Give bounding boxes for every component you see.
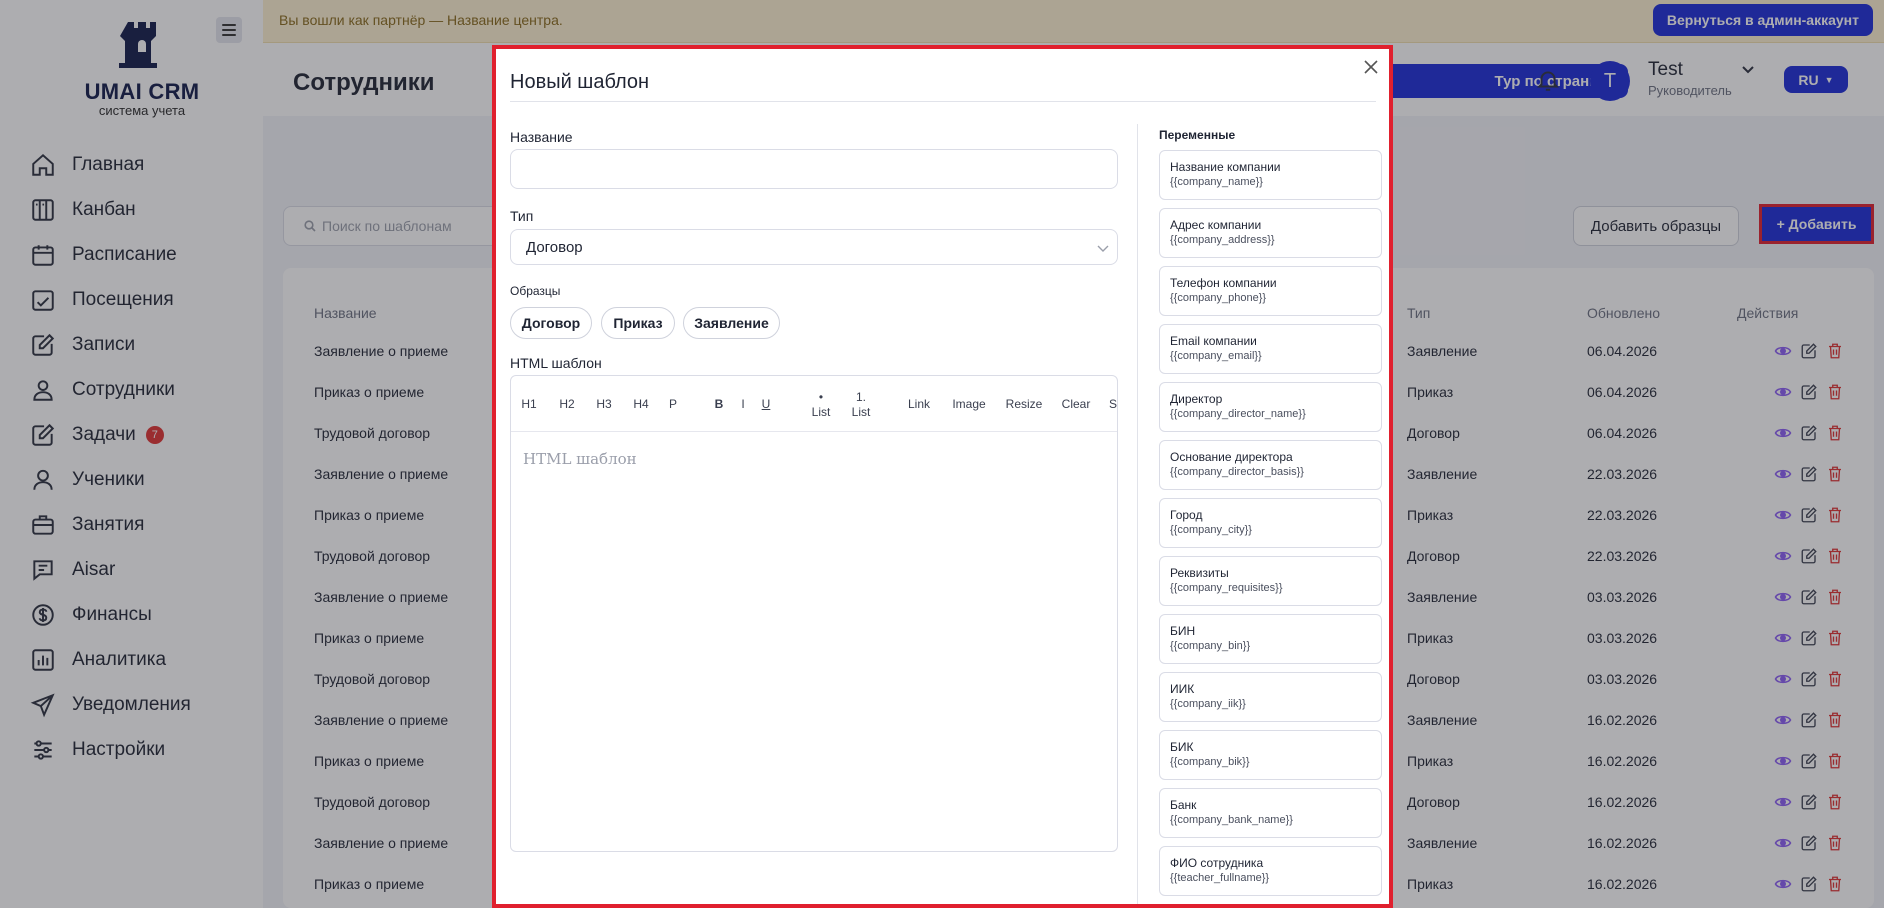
- new-template-modal: Новый шаблон Название Тип Договор Образц…: [492, 45, 1393, 908]
- toolbar-bullet-list-button[interactable]: • List: [809, 376, 833, 432]
- sample-chip-application[interactable]: Заявление: [683, 307, 780, 339]
- modal-divider: [510, 101, 1376, 102]
- chevron-down-icon: [1097, 245, 1109, 252]
- variable-name: Телефон компании: [1170, 276, 1277, 290]
- toolbar-link-button[interactable]: Link: [906, 376, 932, 432]
- template-type-select[interactable]: Договор: [510, 229, 1118, 265]
- toolbar-h3-button[interactable]: H3: [594, 376, 614, 432]
- variable-card[interactable]: Банк {{company_bank_name}}: [1159, 788, 1382, 838]
- name-label: Название: [510, 129, 573, 145]
- variable-name: Адрес компании: [1170, 218, 1262, 232]
- variable-code: {{company_name}}: [1170, 176, 1263, 188]
- html-template-label: HTML шаблон: [510, 355, 602, 371]
- sample-chip-order[interactable]: Приказ: [601, 307, 675, 339]
- variable-name: Реквизиты: [1170, 566, 1229, 580]
- toolbar-bold-button[interactable]: B: [713, 376, 725, 432]
- variable-code: {{company_city}}: [1170, 524, 1252, 536]
- variable-name: БИН: [1170, 624, 1196, 638]
- variable-card[interactable]: ФИО сотрудника {{teacher_fullname}}: [1159, 846, 1382, 896]
- variable-code: {{company_director_basis}}: [1170, 466, 1304, 478]
- template-name-input[interactable]: [510, 149, 1118, 189]
- toolbar-underline-button[interactable]: U: [760, 376, 772, 432]
- variable-name: ИИК: [1170, 682, 1195, 696]
- variable-code: {{teacher_fullname}}: [1170, 872, 1270, 884]
- variable-name: Основание директора: [1170, 450, 1293, 464]
- variable-code: {{company_bank_name}}: [1170, 814, 1293, 826]
- toolbar-h4-button[interactable]: H4: [631, 376, 651, 432]
- type-label: Тип: [510, 208, 534, 224]
- variable-card[interactable]: БИН {{company_bin}}: [1159, 614, 1382, 664]
- sample-chip-contract[interactable]: Договор: [510, 307, 592, 339]
- variable-code: {{company_director_name}}: [1170, 408, 1306, 420]
- variable-card[interactable]: БИК {{company_bik}}: [1159, 730, 1382, 780]
- variable-name: Банк: [1170, 798, 1197, 812]
- variable-code: {{company_email}}: [1170, 350, 1262, 362]
- variable-name: Директор: [1170, 392, 1223, 406]
- variable-card[interactable]: Основание директора {{company_director_ba…: [1159, 440, 1382, 490]
- toolbar-image-button[interactable]: Image: [951, 376, 987, 432]
- variable-card[interactable]: Телефон компании {{company_phone}}: [1159, 266, 1382, 316]
- toolbar-more-button[interactable]: S: [1109, 376, 1117, 432]
- variable-code: {{company_phone}}: [1170, 292, 1267, 304]
- variable-name: БИК: [1170, 740, 1194, 754]
- toolbar-p-button[interactable]: P: [667, 376, 679, 432]
- editor-toolbar: H1 H2 H3 H4 P B I U • List 1. List Link …: [511, 376, 1117, 432]
- toolbar-h1-button[interactable]: H1: [519, 376, 539, 432]
- variables-title: Переменные: [1159, 128, 1236, 142]
- variable-name: Email компании: [1170, 334, 1257, 348]
- variable-card[interactable]: ИИК {{company_iik}}: [1159, 672, 1382, 722]
- toolbar-h2-button[interactable]: H2: [557, 376, 577, 432]
- editor-placeholder: HTML шаблон: [523, 450, 637, 468]
- variable-name: ФИО сотрудника: [1170, 856, 1264, 870]
- variable-code: {{company_bik}}: [1170, 756, 1250, 768]
- variable-card[interactable]: Адрес компании {{company_address}}: [1159, 208, 1382, 258]
- samples-label: Образцы: [510, 284, 561, 298]
- variable-card[interactable]: Город {{company_city}}: [1159, 498, 1382, 548]
- toolbar-clear-button[interactable]: Clear: [1061, 376, 1091, 432]
- modal-title: Новый шаблон: [510, 71, 650, 93]
- variable-name: Город: [1170, 508, 1203, 522]
- variable-card[interactable]: Email компании {{company_email}}: [1159, 324, 1382, 374]
- variable-code: {{company_bin}}: [1170, 640, 1251, 652]
- variable-card[interactable]: Директор {{company_director_name}}: [1159, 382, 1382, 432]
- variable-code: {{company_iik}}: [1170, 698, 1246, 710]
- variable-card[interactable]: Реквизиты {{company_requisites}}: [1159, 556, 1382, 606]
- modal-column-divider: [1137, 124, 1138, 904]
- variable-code: {{company_requisites}}: [1170, 582, 1283, 594]
- close-icon[interactable]: [1363, 59, 1379, 75]
- toolbar-resize-button[interactable]: Resize: [1005, 376, 1043, 432]
- toolbar-italic-button[interactable]: I: [739, 376, 747, 432]
- variable-card[interactable]: Название компании {{company_name}}: [1159, 150, 1382, 200]
- variable-code: {{company_address}}: [1170, 234, 1275, 246]
- template-type-value: Договор: [526, 238, 583, 256]
- html-editor[interactable]: H1 H2 H3 H4 P B I U • List 1. List Link …: [510, 375, 1118, 852]
- toolbar-numbered-list-button[interactable]: 1. List: [847, 376, 875, 432]
- variable-name: Название компании: [1170, 160, 1281, 174]
